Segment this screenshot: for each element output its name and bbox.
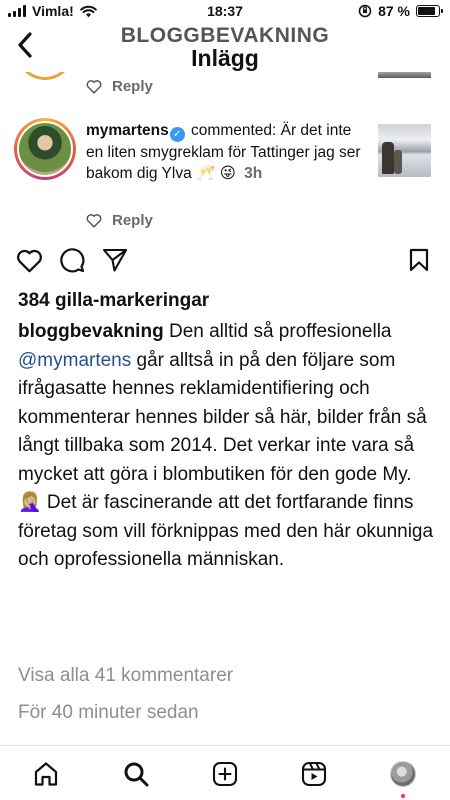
share-button[interactable] <box>98 243 132 277</box>
comment-post-thumbnail[interactable] <box>378 124 431 177</box>
verified-badge-icon: ✓ <box>169 127 185 142</box>
post-caption: bloggbevakning Den alltid så proffesione… <box>18 318 438 575</box>
previous-comment-actions: Reply <box>86 78 153 95</box>
post-timestamp: För 40 minuter sedan <box>18 702 199 723</box>
orientation-lock-icon <box>358 4 372 18</box>
save-button[interactable] <box>402 243 436 277</box>
thumbnail-figure <box>394 150 402 174</box>
header-titles: BLOGGBEVAKNING Inlägg <box>0 24 450 70</box>
comment-avatar[interactable] <box>14 118 76 180</box>
page-title: Inlägg <box>191 45 259 71</box>
reels-icon <box>301 761 327 787</box>
paper-plane-icon <box>102 248 128 272</box>
comment-bubble-icon <box>60 248 85 273</box>
status-right: 87 % <box>358 3 443 19</box>
battery-icon <box>416 5 443 17</box>
nav-reels[interactable] <box>298 758 330 790</box>
nav-create[interactable] <box>209 758 241 790</box>
search-icon <box>124 762 149 787</box>
profile-avatar <box>390 761 416 787</box>
view-all-comments-link[interactable]: Visa alla 41 kommentarer <box>18 665 233 687</box>
heart-icon[interactable] <box>86 213 102 228</box>
post-actions <box>0 243 450 279</box>
caption-text: går alltså in på den följare som ifrågas… <box>18 349 434 571</box>
comment-button[interactable] <box>55 243 89 277</box>
heart-icon[interactable] <box>86 79 102 94</box>
nav-search[interactable] <box>120 758 152 790</box>
caption-text: Den alltid så proffesionella <box>168 321 392 342</box>
battery-fill <box>418 7 436 15</box>
bookmark-icon <box>409 248 429 272</box>
status-bar: Vimla! 18:37 87 % <box>0 0 450 24</box>
caption-mention[interactable]: @mymartens <box>18 350 131 371</box>
comment-actions: Reply <box>86 212 153 229</box>
comment-username[interactable]: mymartens <box>86 122 169 139</box>
comment-time: 3h <box>244 165 263 182</box>
reply-button[interactable]: Reply <box>112 212 153 229</box>
bottom-nav-divider <box>0 745 450 746</box>
thumbnail-figure <box>382 142 394 174</box>
caption-username[interactable]: bloggbevakning <box>18 321 164 342</box>
battery-percent: 87 % <box>378 3 410 19</box>
nav-home[interactable] <box>30 758 62 790</box>
plus-square-icon <box>212 761 238 787</box>
notification-dot <box>401 794 405 798</box>
bottom-nav <box>0 748 450 800</box>
nav-profile[interactable] <box>387 758 419 798</box>
likes-count[interactable]: 384 gilla-markeringar <box>18 290 209 312</box>
comment-body: mymartens ✓ commented: Är det inte en lit… <box>86 120 368 184</box>
account-name: BLOGGBEVAKNING <box>120 24 330 47</box>
header: BLOGGBEVAKNING Inlägg <box>0 24 450 72</box>
home-icon <box>34 762 58 786</box>
heart-icon <box>16 249 42 272</box>
reply-button[interactable]: Reply <box>112 78 153 95</box>
like-button[interactable] <box>12 243 46 277</box>
avatar-image <box>17 121 73 177</box>
